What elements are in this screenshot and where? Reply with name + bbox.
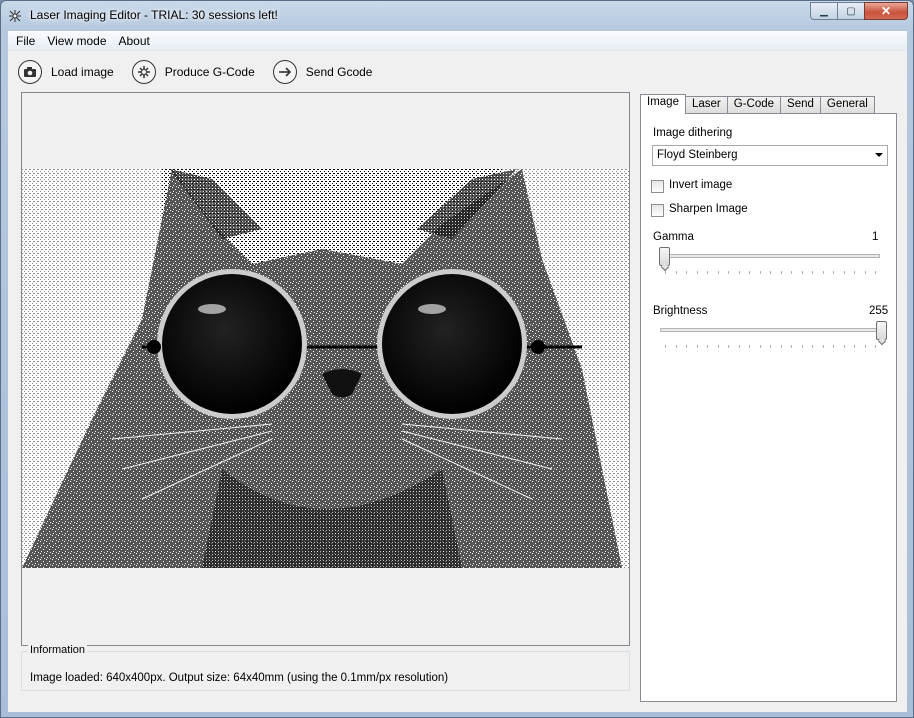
dithering-label: Image dithering — [653, 127, 733, 139]
close-icon: ✕ — [880, 4, 892, 18]
gear-icon — [131, 60, 156, 84]
slider-tick — [696, 345, 698, 348]
send-gcode-label: Send Gcode — [305, 65, 373, 79]
slider-tick — [749, 271, 750, 274]
client-area: File View mode About Load image Produce … — [8, 31, 907, 712]
slider-tick — [854, 345, 855, 348]
tab-laser[interactable]: Laser — [684, 96, 728, 114]
slider-tick — [791, 271, 792, 274]
slider-tick — [665, 345, 666, 348]
menu-view-mode[interactable]: View mode — [41, 34, 112, 48]
invert-image-checkbox[interactable] — [651, 180, 664, 193]
brightness-label: Brightness — [653, 305, 708, 317]
dithering-value: Floyd Steinberg — [657, 149, 738, 161]
slider-tick — [696, 271, 698, 274]
slider-tick — [843, 271, 845, 274]
slider-tick — [665, 271, 666, 274]
send-gcode-button[interactable]: Send Gcode — [272, 56, 373, 88]
minimize-button[interactable]: ▁ — [810, 2, 837, 20]
tab-image[interactable]: Image — [640, 94, 686, 114]
invert-image-label: Invert image — [669, 179, 733, 191]
close-button[interactable]: ✕ — [864, 2, 908, 20]
dithered-cat-image — [22, 169, 629, 568]
chevron-down-icon — [875, 153, 883, 157]
brightness-slider-ticks — [665, 345, 876, 349]
menu-bar: File View mode About — [8, 31, 907, 51]
tab-general[interactable]: General — [819, 96, 875, 114]
slider-tick — [812, 271, 813, 274]
maximize-button[interactable]: ▢ — [837, 2, 864, 20]
slider-tick — [770, 345, 771, 348]
slider-tick — [738, 271, 740, 274]
gamma-slider-track — [660, 254, 880, 258]
slider-tick — [875, 271, 876, 274]
slider-tick — [759, 271, 761, 274]
slider-tick — [854, 271, 855, 274]
slider-tick — [717, 271, 719, 274]
slider-tick — [791, 345, 792, 348]
slider-tick — [749, 345, 750, 348]
arrow-right-icon — [272, 60, 297, 84]
produce-gcode-label: Produce G-Code — [164, 65, 255, 79]
slider-tick — [833, 271, 834, 274]
slider-tick — [801, 345, 803, 348]
slider-tick — [843, 345, 845, 348]
sharpen-image-checkbox[interactable] — [651, 204, 664, 217]
slider-tick — [822, 271, 824, 274]
slider-tick — [833, 345, 834, 348]
brightness-value: 255 — [869, 305, 889, 317]
settings-panel: Image Laser G-Code Send General Image di… — [640, 91, 898, 702]
tab-send[interactable]: Send — [780, 96, 821, 114]
slider-tick — [864, 345, 866, 348]
title-bar[interactable]: Laser Imaging Editor - TRIAL: 30 session… — [1, 1, 913, 31]
camera-icon — [18, 60, 42, 84]
slider-tick — [707, 271, 708, 274]
slider-tick — [864, 271, 866, 274]
slider-tick — [875, 345, 876, 348]
tab-strip: Image Laser G-Code Send General — [640, 94, 875, 114]
gamma-slider-thumb[interactable] — [659, 247, 670, 266]
slider-tick — [728, 271, 729, 274]
information-text: Image loaded: 640x400px. Output size: 64… — [30, 672, 449, 684]
gamma-value: 1 — [872, 231, 879, 243]
toolbar: Load image Produce G-Code Send Gcode — [8, 55, 380, 89]
app-window: Laser Imaging Editor - TRIAL: 30 session… — [0, 0, 914, 718]
menu-about[interactable]: About — [113, 34, 156, 48]
image-preview-panel[interactable] — [21, 92, 630, 646]
menu-file[interactable]: File — [8, 34, 41, 48]
slider-tick — [717, 345, 719, 348]
load-image-label: Load image — [51, 65, 114, 79]
produce-gcode-button[interactable]: Produce G-Code — [131, 56, 255, 88]
brightness-slider-thumb[interactable] — [876, 321, 887, 340]
laser-icon — [9, 10, 21, 22]
slider-tick — [686, 271, 687, 274]
information-group: Information Image loaded: 640x400px. Out… — [21, 644, 630, 691]
slider-tick — [759, 345, 761, 348]
slider-tick — [728, 345, 729, 348]
minimize-icon: ▁ — [820, 5, 828, 17]
slider-tick — [801, 271, 803, 274]
sharpen-image-label: Sharpen Image — [669, 203, 748, 215]
gamma-slider-ticks — [665, 271, 876, 275]
slider-tick — [812, 345, 813, 348]
tab-gcode[interactable]: G-Code — [726, 96, 782, 114]
slider-tick — [686, 345, 687, 348]
slider-tick — [738, 345, 740, 348]
information-legend: Information — [28, 644, 88, 656]
image-tab-page: Image dithering Floyd Steinberg Invert i… — [640, 113, 897, 702]
dithering-select[interactable]: Floyd Steinberg — [652, 145, 888, 166]
load-image-button[interactable]: Load image — [18, 56, 114, 88]
gamma-label: Gamma — [653, 231, 694, 243]
slider-tick — [707, 345, 708, 348]
window-title: Laser Imaging Editor - TRIAL: 30 session… — [30, 8, 278, 22]
slider-tick — [822, 345, 824, 348]
slider-tick — [675, 271, 677, 274]
slider-tick — [770, 271, 771, 274]
slider-tick — [675, 345, 677, 348]
brightness-slider-track — [660, 328, 880, 332]
slider-tick — [780, 345, 782, 348]
slider-tick — [780, 271, 782, 274]
maximize-icon: ▢ — [846, 5, 856, 17]
